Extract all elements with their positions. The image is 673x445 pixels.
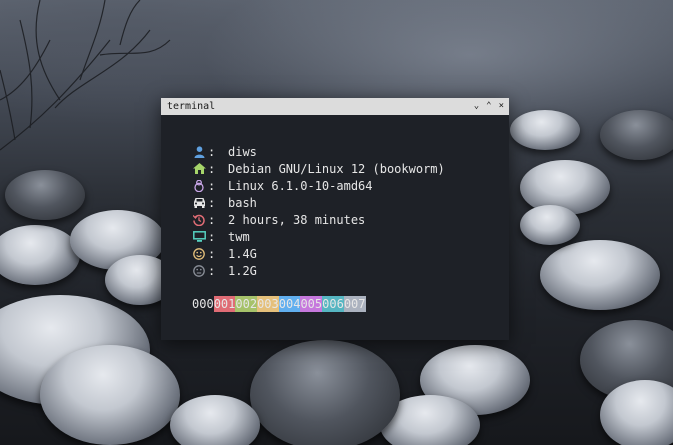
info-value-swap: 1.2G: [228, 263, 257, 278]
minimize-button[interactable]: ⌄: [474, 98, 479, 115]
neutral-face-icon: [192, 264, 206, 278]
snow-rock: [520, 205, 580, 245]
car-icon: [192, 196, 206, 210]
info-separator: :: [208, 144, 216, 159]
info-separator: :: [208, 161, 216, 176]
info-value-kernel: Linux 6.1.0-10-amd64: [228, 178, 373, 193]
info-value-memory: 1.4G: [228, 246, 257, 261]
terminal-window[interactable]: terminal ⌄ ⌃ × : diws : Debian GNU/Linux: [161, 98, 509, 340]
monitor-icon: [192, 230, 206, 244]
window-controls: ⌄ ⌃ ×: [474, 98, 504, 115]
desktop-wallpaper: terminal ⌄ ⌃ × : diws : Debian GNU/Linux: [0, 0, 673, 445]
color-swatch: 004: [278, 296, 301, 312]
snow-rock: [5, 170, 85, 220]
snow-rock: [0, 225, 80, 285]
info-value-user: diws: [228, 144, 257, 159]
color-swatch: 006: [322, 296, 344, 312]
info-value-uptime: 2 hours, 38 minutes: [228, 212, 366, 227]
info-row-os: : Debian GNU/Linux 12 (bookworm): [192, 160, 509, 177]
snow-rock: [170, 395, 260, 445]
info-separator: :: [208, 212, 216, 227]
color-swatch: 000: [192, 296, 214, 312]
info-separator: :: [208, 195, 216, 210]
maximize-button[interactable]: ⌃: [486, 98, 491, 115]
info-separator: :: [208, 246, 216, 261]
snow-rock: [40, 345, 180, 445]
color-swatch: 005: [300, 296, 323, 312]
window-titlebar[interactable]: terminal ⌄ ⌃ ×: [161, 98, 509, 115]
home-icon: [192, 162, 206, 176]
info-row-memory: : 1.4G: [192, 245, 509, 262]
color-swatch: 001: [213, 296, 236, 312]
color-palette: 000 001 002 003 004 005 006 007: [192, 296, 509, 312]
info-row-uptime: : 2 hours, 38 minutes: [192, 211, 509, 228]
user-icon: [192, 145, 206, 159]
info-row-shell: : bash: [192, 194, 509, 211]
close-button[interactable]: ×: [499, 98, 504, 115]
info-separator: :: [208, 263, 216, 278]
info-separator: :: [208, 178, 216, 193]
terminal-output[interactable]: : diws : Debian GNU/Linux 12 (bookworm) …: [161, 115, 509, 312]
info-separator: :: [208, 229, 216, 244]
tux-icon: [192, 179, 206, 193]
snow-rock: [510, 110, 580, 150]
history-icon: [192, 213, 206, 227]
color-swatch: 002: [235, 296, 258, 312]
color-swatch: 007: [343, 296, 366, 312]
snow-rock: [600, 110, 673, 160]
info-row-user: : diws: [192, 143, 509, 160]
info-row-wm: : twm: [192, 228, 509, 245]
color-swatch: 003: [257, 296, 279, 312]
info-value-os: Debian GNU/Linux 12 (bookworm): [228, 161, 445, 176]
info-row-kernel: : Linux 6.1.0-10-amd64: [192, 177, 509, 194]
window-title: terminal: [167, 101, 216, 112]
info-value-shell: bash: [228, 195, 257, 210]
snow-rock: [540, 240, 660, 310]
smile-icon: [192, 247, 206, 261]
info-value-wm: twm: [228, 229, 250, 244]
info-row-swap: : 1.2G: [192, 262, 509, 279]
snow-rock: [250, 340, 400, 445]
